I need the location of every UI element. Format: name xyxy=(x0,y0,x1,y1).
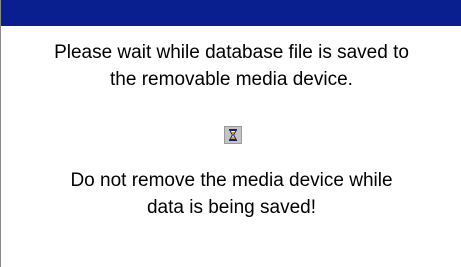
wait-message-line-2: the removable media device. xyxy=(110,69,353,90)
title-bar-edge xyxy=(1,26,461,29)
hourglass-icon xyxy=(224,126,242,144)
wait-message: Please wait while database file is saved… xyxy=(1,39,461,93)
warning-message-line-1: Do not remove the media device while xyxy=(70,170,393,191)
save-progress-dialog: Please wait while database file is saved… xyxy=(0,0,461,267)
title-bar xyxy=(1,0,461,26)
warning-message-line-2: data is being saved! xyxy=(146,197,316,218)
wait-message-line-1: Please wait while database file is saved… xyxy=(54,42,409,63)
warning-message: Do not remove the media device while dat… xyxy=(1,167,461,221)
